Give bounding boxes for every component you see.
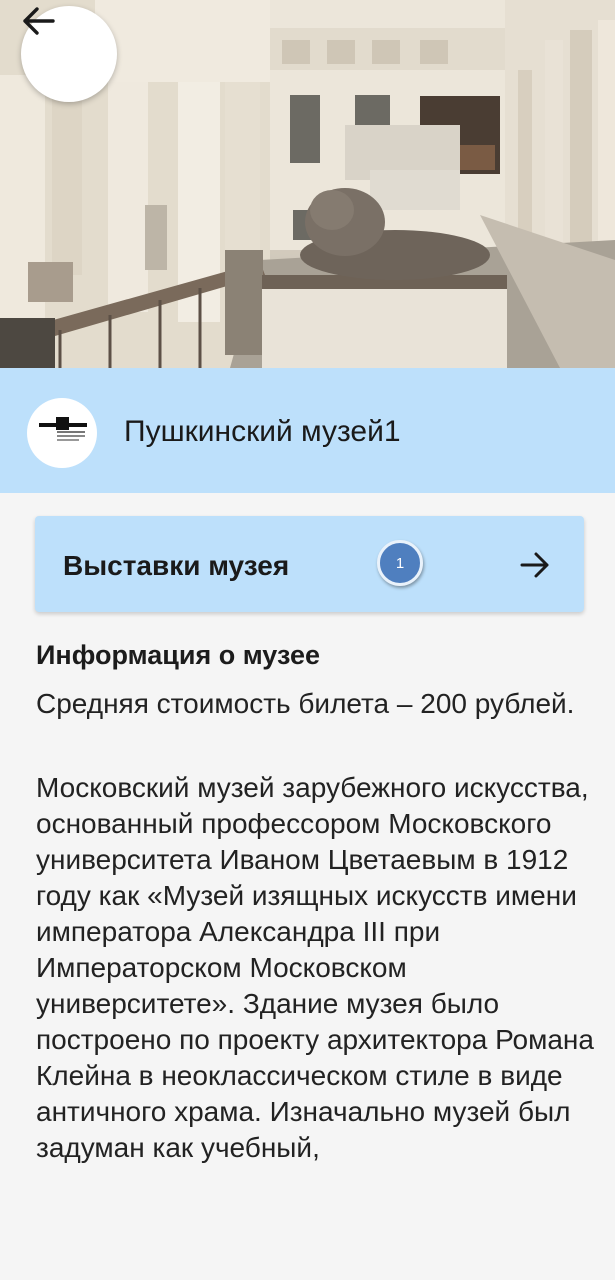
exhibitions-count-badge: 1 bbox=[377, 540, 423, 586]
museum-detail-screen: Пушкинский музей1 Выставки музея 1 Инфор… bbox=[0, 0, 615, 1280]
exhibitions-label: Выставки музея bbox=[63, 550, 290, 581]
museum-description-text: Московский музей зарубежного искусства, … bbox=[36, 772, 594, 1163]
info-heading: Информация о музее bbox=[36, 640, 321, 670]
arrow-left-icon bbox=[23, 7, 55, 35]
exhibitions-button[interactable]: Выставки музея 1 bbox=[35, 516, 584, 612]
arrow-right-icon bbox=[520, 552, 549, 578]
museum-header: Пушкинский музей1 bbox=[0, 368, 615, 493]
museum-title: Пушкинский музей1 bbox=[124, 415, 401, 448]
museum-logo-icon bbox=[27, 398, 97, 468]
back-button[interactable] bbox=[21, 6, 117, 102]
museum-hall-photo bbox=[0, 0, 615, 368]
ticket-price-text: Средняя стоимость билета – 200 рублей. bbox=[36, 688, 575, 719]
